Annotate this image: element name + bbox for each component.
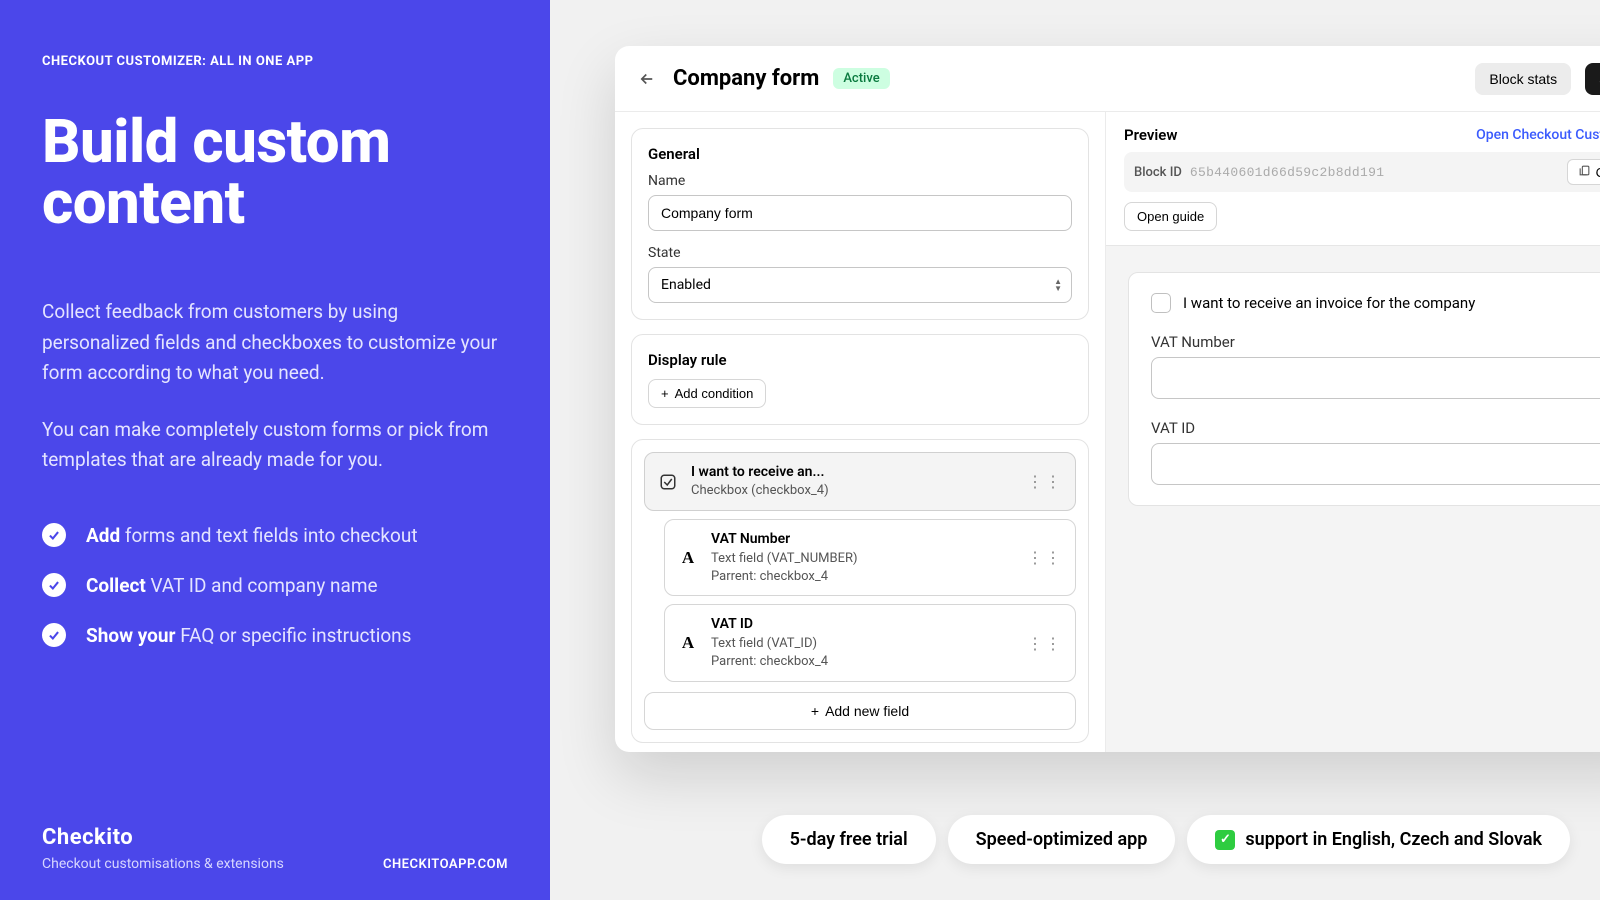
- general-panel: General Name State Enabled ▲▼: [631, 128, 1089, 320]
- field-row-vat-number[interactable]: A VAT Number Text field (VAT_NUMBER) Par…: [664, 519, 1076, 596]
- name-input[interactable]: [648, 195, 1072, 231]
- drag-handle-icon[interactable]: ⋮⋮: [1027, 634, 1063, 653]
- add-condition-label: Add condition: [675, 386, 754, 401]
- state-label: State: [648, 245, 1072, 261]
- brand-logo: Checkito: [42, 825, 284, 850]
- hero-title: Build custom content: [42, 111, 508, 233]
- display-rule-panel: Display rule + Add condition: [631, 334, 1089, 425]
- text-field-icon: A: [677, 547, 699, 569]
- display-rule-heading: Display rule: [648, 351, 1072, 369]
- badge-support-text: support in English, Czech and Slovak: [1245, 829, 1542, 850]
- block-id-value: 65b440601d66d59c2b8dd191: [1190, 165, 1559, 180]
- plus-icon: +: [661, 386, 669, 401]
- bullet-list: Add forms and text fields into checkout …: [42, 523, 508, 647]
- preview-card: I want to receive an invoice for the com…: [1128, 272, 1600, 506]
- bullet-bold: Show your: [86, 624, 176, 647]
- hero-paragraph-2: You can make completely custom forms or …: [42, 415, 508, 476]
- field-title: I want to receive an...: [691, 463, 1015, 482]
- check-icon: [42, 523, 66, 547]
- clipboard-icon: [1578, 164, 1591, 180]
- preview-checkbox-label: I want to receive an invoice for the com…: [1183, 294, 1475, 312]
- text-field-icon: A: [677, 632, 699, 654]
- check-icon: [42, 623, 66, 647]
- brand-url: CHECKITOAPP.COM: [383, 857, 508, 872]
- hero-paragraph-1: Collect feedback from customers by using…: [42, 297, 508, 388]
- brand-tagline: Checkout customisations & extensions: [42, 856, 284, 872]
- plus-icon: +: [811, 703, 819, 719]
- bullet-rest: forms and text fields into checkout: [120, 524, 417, 547]
- name-label: Name: [648, 173, 1072, 189]
- preview-field2-label: VAT ID: [1151, 419, 1600, 437]
- feature-badges: 5-day free trial Speed-optimized app ✓ s…: [762, 815, 1570, 864]
- bullet-item: Collect VAT ID and company name: [42, 573, 508, 597]
- badge-trial: 5-day free trial: [762, 815, 936, 864]
- bullet-item: Show your FAQ or specific instructions: [42, 623, 508, 647]
- field-title: VAT ID: [711, 615, 1015, 634]
- general-heading: General: [648, 145, 1072, 163]
- field-parent: Parrent: checkbox_4: [711, 568, 1015, 586]
- badge-support: ✓ support in English, Czech and Slovak: [1187, 815, 1570, 864]
- state-select[interactable]: Enabled: [648, 267, 1072, 303]
- copy-button[interactable]: Copy: [1567, 159, 1600, 185]
- block-id-label: Block ID: [1134, 165, 1182, 180]
- bullet-item: Add forms and text fields into checkout: [42, 523, 508, 547]
- drag-handle-icon[interactable]: ⋮⋮: [1027, 548, 1063, 567]
- field-title: VAT Number: [711, 530, 1015, 549]
- select-chevron-icon: ▲▼: [1054, 278, 1062, 292]
- bullet-rest: FAQ or specific instructions: [176, 624, 412, 647]
- bullet-bold: Collect: [86, 574, 146, 597]
- field-subtitle: Text field (VAT_ID): [711, 635, 1015, 653]
- fields-panel: I want to receive an... Checkbox (checkb…: [631, 439, 1089, 743]
- page-title: Company form: [673, 66, 819, 91]
- preview-vat-id-input[interactable]: [1151, 443, 1600, 485]
- checkbox-icon: [657, 471, 679, 493]
- bullet-rest: VAT ID and company name: [146, 574, 378, 597]
- preview-field1-label: VAT Number: [1151, 333, 1600, 351]
- badge-speed: Speed-optimized app: [948, 815, 1176, 864]
- preview-vat-number-input[interactable]: [1151, 357, 1600, 399]
- status-badge: Active: [833, 68, 889, 89]
- copy-label: Copy: [1596, 165, 1600, 180]
- add-condition-button[interactable]: + Add condition: [648, 379, 766, 408]
- drag-handle-icon[interactable]: ⋮⋮: [1027, 472, 1063, 491]
- field-row-vat-id[interactable]: A VAT ID Text field (VAT_ID) Parrent: ch…: [664, 604, 1076, 681]
- add-field-label: Add new field: [825, 703, 909, 719]
- preview-checkbox[interactable]: [1151, 293, 1171, 313]
- app-window: Company form Active Block stats Save Gen…: [615, 46, 1600, 752]
- add-field-button[interactable]: + Add new field: [644, 692, 1076, 730]
- open-guide-button[interactable]: Open guide: [1124, 202, 1217, 231]
- check-icon: [42, 573, 66, 597]
- field-row-checkbox[interactable]: I want to receive an... Checkbox (checkb…: [644, 452, 1076, 511]
- field-parent: Parrent: checkbox_4: [711, 653, 1015, 671]
- block-id-row: Block ID 65b440601d66d59c2b8dd191 Copy: [1124, 152, 1600, 192]
- marketing-sidebar: CHECKOUT CUSTOMIZER: ALL IN ONE APP Buil…: [0, 0, 550, 900]
- open-customizer-link[interactable]: Open Checkout Customizer: [1476, 127, 1600, 143]
- app-topbar: Company form Active Block stats Save: [615, 46, 1600, 112]
- checkmark-icon: ✓: [1215, 830, 1235, 850]
- eyebrow: CHECKOUT CUSTOMIZER: ALL IN ONE APP: [42, 54, 508, 69]
- field-subtitle: Text field (VAT_NUMBER): [711, 550, 1015, 568]
- preview-canvas: I want to receive an invoice for the com…: [1106, 245, 1600, 752]
- save-button[interactable]: Save: [1585, 63, 1600, 95]
- bullet-bold: Add: [86, 524, 120, 547]
- back-arrow-icon[interactable]: [635, 67, 659, 91]
- field-subtitle: Checkbox (checkbox_4): [691, 482, 1015, 500]
- block-stats-button[interactable]: Block stats: [1475, 63, 1571, 95]
- right-pane: Company form Active Block stats Save Gen…: [550, 0, 1600, 900]
- preview-heading: Preview: [1124, 126, 1177, 144]
